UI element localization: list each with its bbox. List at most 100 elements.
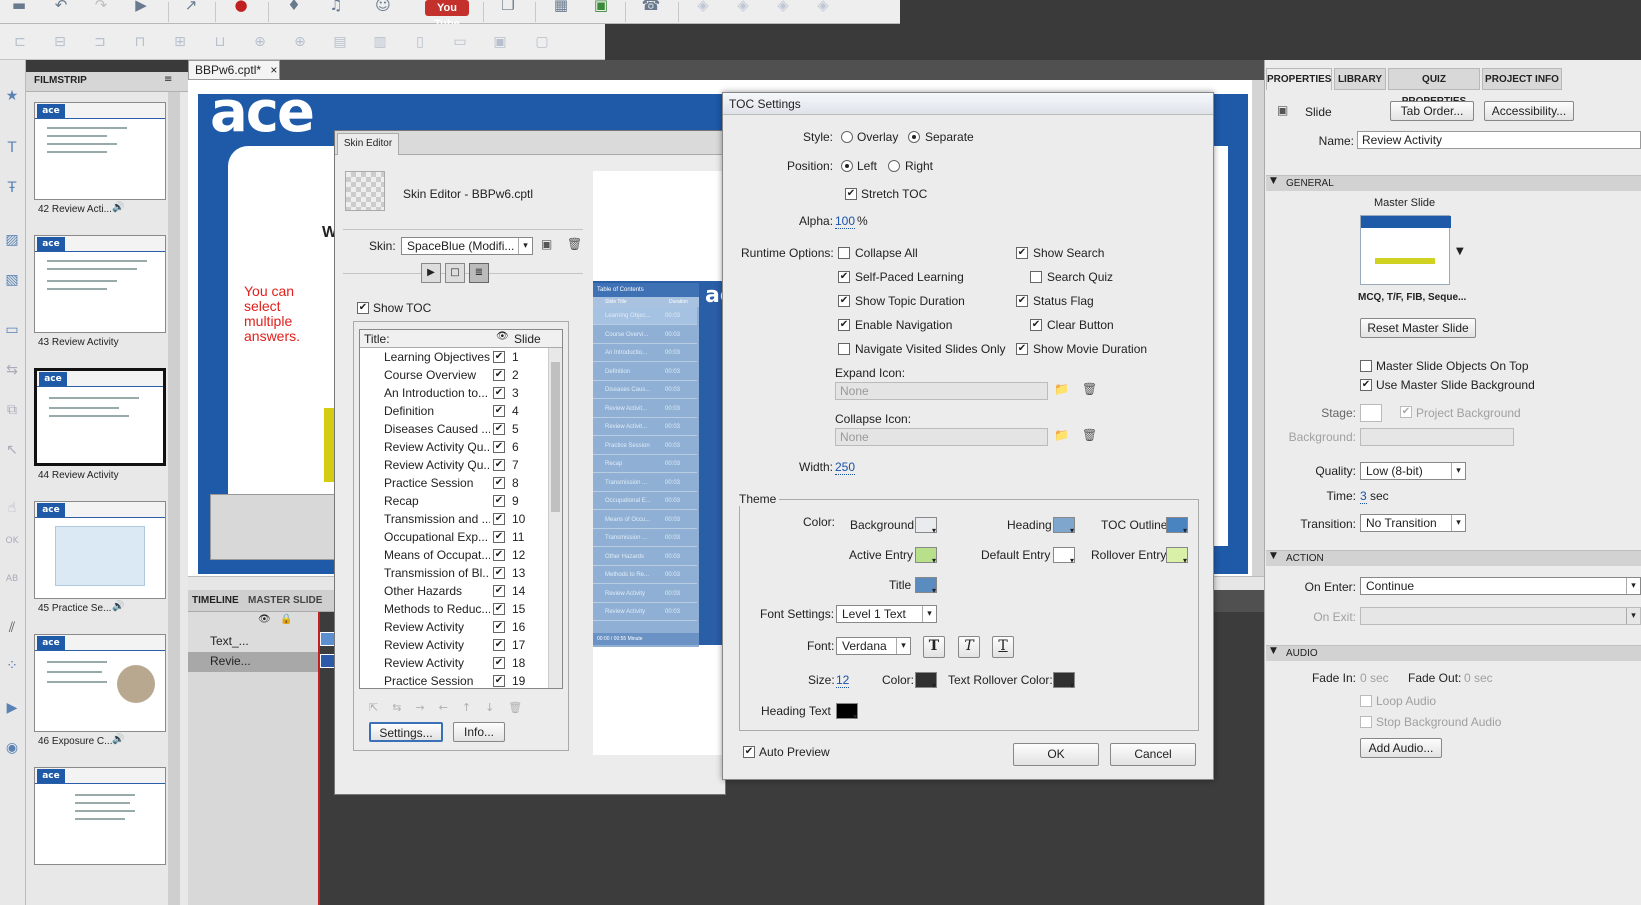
toc-entry-row[interactable]: Transmission and ... ✔ 10 xyxy=(360,510,548,528)
phone-icon[interactable]: ☎ xyxy=(640,0,662,14)
distribute-icon[interactable]: ⊕ xyxy=(290,32,310,52)
toc-entry-visible-checkbox[interactable]: ✔ xyxy=(493,459,505,471)
quality-select[interactable]: Low (8-bit) ▾ xyxy=(1360,462,1466,480)
loop-audio-checkbox[interactable] xyxy=(1360,695,1372,707)
folder-icon[interactable]: 📁 xyxy=(1054,382,1069,396)
align-bottom-icon[interactable]: ⊔ xyxy=(210,32,230,52)
rollover-entry-color-swatch[interactable] xyxy=(1166,547,1188,565)
toc-entry-row[interactable]: Definition ✔ 4 xyxy=(360,402,548,420)
theme-icon[interactable]: ❐ xyxy=(497,0,519,14)
settings-button[interactable]: Settings... xyxy=(369,722,443,742)
bold-button[interactable]: T xyxy=(923,636,945,658)
general-section-header[interactable]: GENERAL xyxy=(1266,175,1641,191)
fade-out-value[interactable]: 0 sec xyxy=(1464,671,1493,685)
text-rollover-color-swatch[interactable] xyxy=(1053,672,1075,690)
toc-entry-visible-checkbox[interactable]: ✔ xyxy=(493,675,505,687)
align-top-icon[interactable]: ⊓ xyxy=(130,32,150,52)
stage-color-swatch[interactable] xyxy=(1360,404,1382,422)
play-icon[interactable]: ▶ xyxy=(130,0,152,14)
toc-entry-visible-checkbox[interactable]: ✔ xyxy=(493,513,505,525)
document-tab[interactable]: BBPw6.cptl* × xyxy=(188,60,280,80)
toc-entry-visible-checkbox[interactable]: ✔ xyxy=(493,657,505,669)
layer-icon[interactable]: ◈ xyxy=(732,0,754,14)
toc-outline-color-swatch[interactable] xyxy=(1166,517,1188,535)
distribute-icon[interactable]: ⊕ xyxy=(250,32,270,52)
toc-entry-row[interactable]: Methods to Reduc... ✔ 15 xyxy=(360,600,548,618)
position-right-radio[interactable] xyxy=(888,160,900,172)
align-center-icon[interactable]: ⊟ xyxy=(50,32,70,52)
ok-icon[interactable]: OK xyxy=(1,536,23,556)
toc-entry-visible-checkbox[interactable]: ✔ xyxy=(493,621,505,633)
info-button[interactable]: Info... xyxy=(453,722,505,742)
tab-library[interactable]: LIBRARY xyxy=(1334,68,1386,90)
on-enter-select[interactable]: Continue ▾ xyxy=(1360,577,1641,595)
eye-icon[interactable]: 👁 xyxy=(258,614,271,625)
highlight-icon[interactable]: ▭ xyxy=(1,322,23,342)
filmstrip-scrollbar[interactable] xyxy=(168,92,180,905)
save-icon[interactable]: ▣ xyxy=(541,237,552,251)
movie-duration-checkbox[interactable]: ✔ xyxy=(1016,343,1028,355)
undo-icon[interactable]: ↶ xyxy=(50,0,72,14)
toc-entry-row[interactable]: Practice Session ✔ 8 xyxy=(360,474,548,492)
tab-project-info[interactable]: PROJECT INFO xyxy=(1482,68,1562,90)
collapse-triangle-icon[interactable]: ▼ xyxy=(1270,551,1277,561)
stretch-toc-checkbox[interactable]: ✔ xyxy=(845,188,857,200)
heading-text-color-swatch[interactable] xyxy=(836,703,858,721)
record-icon[interactable]: ● xyxy=(230,0,252,14)
grid-icon[interactable]: ▣ xyxy=(590,0,612,14)
toc-entry-row[interactable]: Review Activity ✔ 18 xyxy=(360,654,548,672)
align-left-icon[interactable]: ⊏ xyxy=(10,32,30,52)
borders-tab-icon[interactable]: □ xyxy=(445,263,465,283)
fade-in-value[interactable]: 0 sec xyxy=(1360,671,1389,685)
toc-entry-visible-checkbox[interactable]: ✔ xyxy=(493,441,505,453)
toc-entry-row[interactable]: Review Activity Qu... ✔ 6 xyxy=(360,438,548,456)
width-value[interactable]: 250 xyxy=(835,460,856,475)
video-icon[interactable]: ▶ xyxy=(1,700,23,720)
alpha-value[interactable]: 100 xyxy=(835,214,856,229)
status-flag-checkbox[interactable]: ✔ xyxy=(1016,295,1028,307)
slide-thumbnail-45[interactable]: ace xyxy=(34,501,166,599)
publish-icon[interactable]: ↗ xyxy=(180,0,202,14)
rollover-icon[interactable]: ⇆ xyxy=(1,362,23,382)
layer-row-selected[interactable]: Revie... xyxy=(188,652,318,672)
toc-entry-visible-checkbox[interactable]: ✔ xyxy=(493,531,505,543)
delete-icon[interactable]: 🗑 xyxy=(567,237,582,251)
stage-vscroll[interactable] xyxy=(1252,80,1264,576)
slide-thumbnail-46[interactable]: ace xyxy=(34,634,166,732)
lock-icon[interactable]: 🔒 xyxy=(280,614,292,625)
navigate-visited-checkbox[interactable] xyxy=(838,343,850,355)
microphone-icon[interactable]: ♦ xyxy=(283,0,305,14)
font-select[interactable]: Verdana ▾ xyxy=(836,637,911,655)
on-exit-select[interactable]: ▾ xyxy=(1360,607,1641,625)
action-section-header[interactable]: ACTION xyxy=(1266,550,1641,566)
collapse-triangle-icon[interactable]: ▼ xyxy=(1270,176,1277,186)
cursor-icon[interactable]: ↖ xyxy=(1,442,23,462)
shape-icon[interactable]: ⁘ xyxy=(1,658,23,678)
character-icon[interactable]: ☺ xyxy=(372,0,394,14)
toc-entry-visible-checkbox[interactable]: ✔ xyxy=(493,639,505,651)
size-icon[interactable]: ▣ xyxy=(490,32,510,52)
toc-entry-row[interactable]: An Introduction to... ✔ 3 xyxy=(360,384,548,402)
size-icon[interactable]: ▭ xyxy=(450,32,470,52)
toc-entry-row[interactable]: Diseases Caused ... ✔ 5 xyxy=(360,420,548,438)
master-slide-dropdown-icon[interactable]: ▼ xyxy=(1456,246,1464,257)
background-color-swatch[interactable] xyxy=(915,517,937,535)
toc-entry-row[interactable]: Learning Objectives ✔ 1 xyxy=(360,348,548,366)
toc-entry-row[interactable]: Review Activity ✔ 16 xyxy=(360,618,548,636)
align-right-icon[interactable]: ⊐ xyxy=(90,32,110,52)
font-color-swatch[interactable] xyxy=(915,672,937,690)
active-entry-color-swatch[interactable] xyxy=(915,547,937,565)
toc-tab-icon[interactable]: ≣ xyxy=(469,263,489,283)
layer-icon[interactable]: ◈ xyxy=(772,0,794,14)
toc-entry-row[interactable]: Course Overview ✔ 2 xyxy=(360,366,548,384)
toc-entry-visible-checkbox[interactable]: ✔ xyxy=(493,405,505,417)
clear-button-checkbox[interactable]: ✔ xyxy=(1030,319,1042,331)
style-overlay-radio[interactable] xyxy=(841,131,853,143)
size-icon[interactable]: ▢ xyxy=(532,32,552,52)
toc-entry-visible-checkbox[interactable]: ✔ xyxy=(493,603,505,615)
master-objects-on-top-checkbox[interactable] xyxy=(1360,360,1372,372)
toc-entry-visible-checkbox[interactable]: ✔ xyxy=(493,549,505,561)
animation-icon[interactable]: ◉ xyxy=(1,740,23,760)
tab-master-slide[interactable]: MASTER SLIDE xyxy=(248,595,322,606)
ok-button[interactable]: OK xyxy=(1013,743,1099,766)
